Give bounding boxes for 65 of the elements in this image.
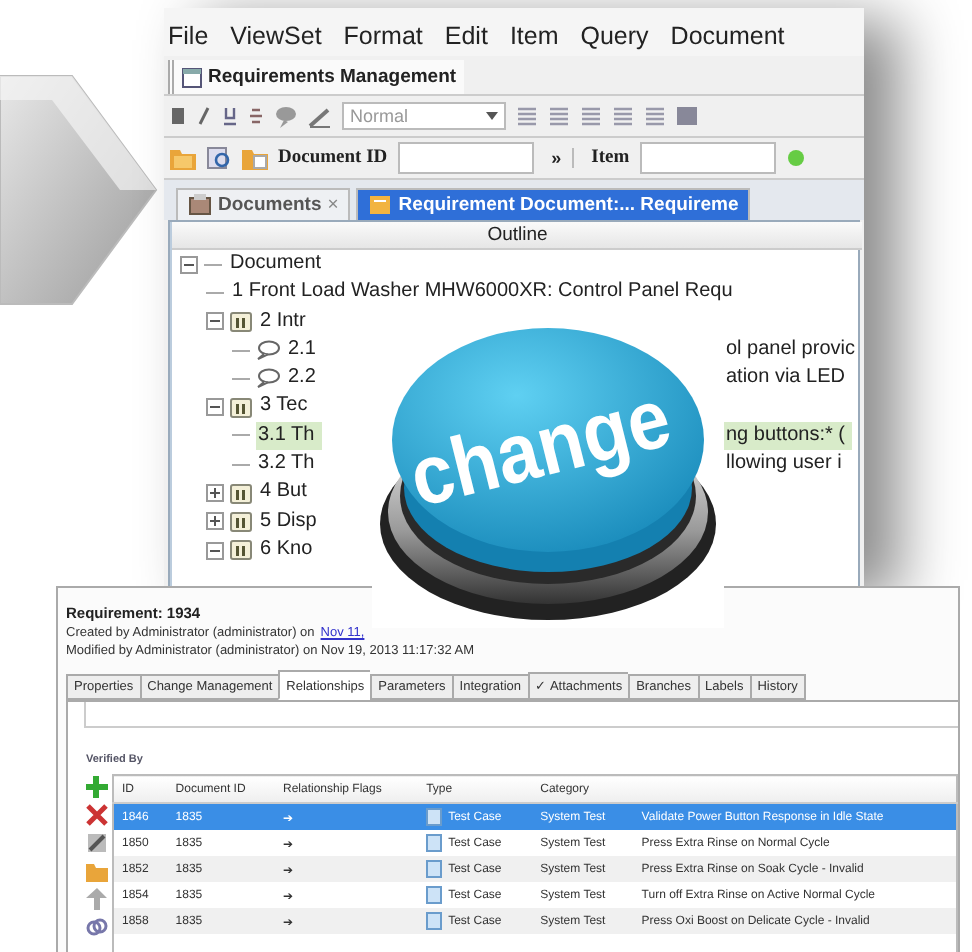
- collapse-icon[interactable]: [180, 255, 198, 274]
- tree-item[interactable]: 2.1: [286, 335, 324, 365]
- document-tab[interactable]: Requirement Document:... Requireme: [356, 188, 751, 220]
- menu-item[interactable]: Format: [343, 22, 423, 50]
- align-center-icon[interactable]: [548, 106, 570, 126]
- heading-icon: [230, 311, 252, 332]
- collapse-icon[interactable]: [206, 541, 224, 560]
- link-icon[interactable]: [86, 916, 108, 938]
- menu-item[interactable]: Document: [670, 22, 785, 50]
- column-header: Outline: [172, 222, 863, 250]
- pencil-icon[interactable]: [308, 105, 332, 127]
- heading-icon: [230, 483, 252, 504]
- menu-item[interactable]: Item: [509, 22, 559, 50]
- expand-icon[interactable]: [206, 512, 224, 531]
- tree-item[interactable]: 5 Disp: [258, 507, 325, 536]
- document-icon: [368, 194, 393, 216]
- tree-item[interactable]: Document: [228, 250, 330, 279]
- tree-item[interactable]: 2 Intr: [258, 307, 314, 336]
- table-icon[interactable]: [676, 106, 698, 126]
- underline-icon[interactable]: [222, 106, 238, 126]
- tree-item-text: ation via LED: [724, 364, 847, 393]
- tree-item[interactable]: 4 But: [258, 478, 315, 508]
- menu-item[interactable]: File: [168, 22, 209, 50]
- document-id-field[interactable]: [397, 142, 534, 174]
- document-tab[interactable]: Documents ×: [176, 188, 351, 220]
- speech-bubble-icon: [256, 368, 280, 389]
- perspective-tab[interactable]: Requirements Management: [168, 60, 465, 94]
- overflow-button[interactable]: »: [551, 148, 574, 168]
- menu-item[interactable]: ViewSet: [230, 22, 322, 50]
- window-icon: [182, 67, 202, 87]
- heading-icon: [230, 540, 252, 561]
- folder-icon[interactable]: [242, 146, 268, 170]
- tree-item[interactable]: 6 Kno: [258, 535, 321, 565]
- bold-icon[interactable]: [170, 106, 186, 126]
- tree-item[interactable]: 3.1 Th: [256, 421, 323, 451]
- delete-icon[interactable]: [86, 804, 108, 826]
- align-right-icon[interactable]: [580, 106, 602, 126]
- documents-icon: [188, 194, 212, 216]
- caret-icon: [486, 112, 498, 120]
- collapse-icon[interactable]: [206, 312, 224, 331]
- heading-icon: [230, 397, 252, 418]
- tree-item[interactable]: 2.2: [286, 364, 324, 393]
- edit-icon[interactable]: [86, 832, 108, 854]
- italic-icon[interactable]: [196, 106, 212, 126]
- add-icon[interactable]: [86, 776, 108, 798]
- heading-icon: [230, 511, 252, 532]
- tree-item-text: llowing user i: [724, 450, 844, 479]
- search-icon[interactable]: [206, 146, 232, 170]
- field-label: Document ID: [278, 148, 388, 168]
- tree-item[interactable]: 3.2 Th: [256, 450, 323, 479]
- menu-item[interactable]: Edit: [444, 22, 488, 50]
- tree-item-text: ol panel provic: [724, 335, 857, 364]
- up-arrow-icon[interactable]: [86, 888, 108, 910]
- tree-item-text: ng buttons:* (: [724, 421, 853, 451]
- menu-item[interactable]: Query: [580, 22, 649, 50]
- item-field[interactable]: [639, 142, 776, 174]
- tree-item[interactable]: 3 Tec: [258, 392, 316, 422]
- field-label: Item: [591, 148, 630, 168]
- tree-item[interactable]: 1 Front Load Washer MHW6000XR: Control Panel Requ: [230, 278, 741, 308]
- expand-icon[interactable]: [206, 484, 224, 503]
- speech-bubble-icon: [256, 340, 280, 361]
- comment-icon[interactable]: [274, 105, 298, 127]
- strikethrough-icon[interactable]: [248, 106, 264, 126]
- collapse-icon[interactable]: [206, 398, 224, 417]
- align-left-icon[interactable]: [516, 106, 538, 126]
